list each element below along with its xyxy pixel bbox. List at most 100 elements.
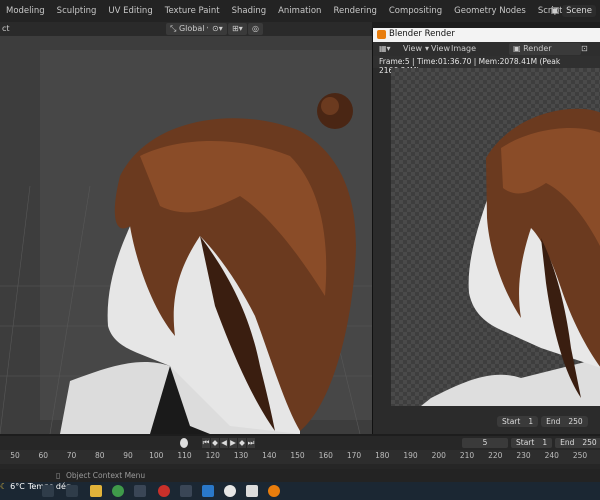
timeline-end-value: 250	[582, 438, 597, 447]
timeline-tick: 210	[459, 451, 475, 460]
timeline-tick: 170	[346, 451, 362, 460]
workspace-tab[interactable]: Sculpting	[51, 3, 103, 19]
timeline-tick: 70	[66, 451, 77, 460]
render-result-canvas[interactable]	[391, 68, 600, 406]
chrome-icon[interactable]	[112, 485, 124, 497]
app2-icon[interactable]	[180, 485, 192, 497]
pin-icon[interactable]: ⊡	[581, 43, 588, 55]
timeline-tick: 80	[94, 451, 105, 460]
workspace-tab[interactable]: Animation	[272, 3, 327, 19]
timeline-tick: 130	[233, 451, 249, 460]
render-frame-range: Start 1 End 250	[497, 416, 588, 427]
timeline-tick: 190	[403, 451, 418, 460]
status-text: Object Context Menu	[66, 471, 146, 480]
timeline-tick: 120	[205, 451, 220, 460]
menu-dropdown-icon: ▾	[425, 44, 430, 53]
timeline-tick: 50	[10, 451, 20, 460]
timeline-tick: 150	[290, 451, 305, 460]
orientation-label: Global	[178, 24, 205, 33]
workspace-bar: Modeling Sculpting UV Editing Texture Paint…	[0, 0, 600, 22]
timeline-tick: 90	[123, 451, 133, 460]
orientation-icon: ⤡	[170, 24, 179, 33]
render-end-field[interactable]: End 250	[541, 416, 588, 427]
image-icon: ▣	[513, 44, 524, 53]
render-start-field[interactable]: Start 1	[497, 416, 539, 427]
scene-name[interactable]: Scene	[562, 5, 596, 17]
render-window[interactable]: Blender Render ▦▾ View ▾ View Image ▣ Re…	[372, 28, 600, 434]
play-reverse-icon[interactable]: ◀	[220, 438, 228, 448]
render-result-selector[interactable]: ▣ Render Result	[509, 43, 581, 65]
workspace-tab[interactable]: Modeling	[0, 3, 51, 19]
viewport-header: ct ⤡ Global ▾ ⊙▾ ⊞▾ ◎	[0, 22, 372, 36]
menu-view-2[interactable]: View	[431, 43, 450, 55]
os-taskbar: ☾ 6°C Temps dég	[0, 482, 600, 500]
menu-view-1[interactable]: View	[403, 43, 422, 55]
render-toolbar: ▦▾ View ▾ View Image ▣ Render Result ⊡	[373, 42, 600, 65]
editor-type-icon[interactable]: ▦▾	[379, 43, 391, 55]
proportional-edit-icon[interactable]: ◎	[248, 23, 263, 35]
workspace-tab[interactable]: Geometry Nodes	[448, 3, 532, 19]
app-icon[interactable]	[134, 485, 146, 497]
timeline-start-field[interactable]: Start 1	[511, 438, 553, 448]
timeline-tick: 230	[516, 451, 531, 460]
scene-icon: ▣	[550, 6, 560, 16]
current-frame-field[interactable]: 5	[462, 438, 508, 448]
blender-icon[interactable]	[268, 485, 280, 497]
workspace-tabs: Modeling Sculpting UV Editing Texture Paint…	[0, 0, 599, 22]
prev-keyframe-icon[interactable]: ◆	[211, 438, 219, 448]
render-titlebar: Blender Render	[373, 28, 600, 42]
jump-start-icon[interactable]: ⏮	[202, 438, 210, 448]
workspace-tab[interactable]: Rendering	[327, 3, 382, 19]
timeline-start-value: 1	[542, 438, 548, 447]
timeline-frame-fields: 5 Start 1 End 250	[462, 438, 600, 448]
next-keyframe-icon[interactable]: ◆	[238, 438, 246, 448]
playback-controls: ⏮ ◆ ◀ ▶ ◆ ⏭	[202, 438, 255, 448]
timeline-ruler[interactable]: 50 60 70 80 90 100 110 120 130 140 150 160 170 180 190…	[0, 450, 600, 464]
status-bar: ▯ Object Context Menu	[0, 469, 600, 482]
unreal-icon[interactable]	[224, 485, 236, 497]
mode-label[interactable]: ct	[2, 23, 10, 35]
render-end-value: 250	[568, 417, 583, 426]
render-start-value: 1	[528, 417, 534, 426]
opera-icon[interactable]	[158, 485, 170, 497]
snap-icon[interactable]: ⊞▾	[228, 23, 247, 35]
play-icon[interactable]: ▶	[229, 438, 237, 448]
unity-icon[interactable]	[246, 485, 258, 497]
timeline-tick: 200	[431, 451, 446, 460]
timeline-tick: 160	[318, 451, 333, 460]
workspace-tab[interactable]: UV Editing	[102, 3, 158, 19]
timeline-tick: 180	[375, 451, 390, 460]
pivot-icon[interactable]: ⊙▾	[208, 23, 227, 35]
mouse-icon: ▯	[56, 471, 61, 480]
scene-selector[interactable]: ▣ Scene	[551, 0, 596, 22]
timeline-tick: 100	[149, 451, 164, 460]
render-end-label: End	[546, 417, 561, 426]
timeline-end-label: End	[560, 438, 575, 447]
render-info-bar: Frame:5 | Time:01:36.70 | Mem:2078.41M (…	[373, 56, 600, 75]
timeline-tick: 250	[572, 451, 588, 460]
render-image	[421, 108, 600, 406]
task-view-icon[interactable]	[66, 485, 78, 497]
render-window-title: Blender Render	[389, 29, 455, 39]
viewport-scene	[0, 93, 372, 434]
timeline-start-label: Start	[516, 438, 535, 447]
timeline-tick: 140	[262, 451, 277, 460]
timeline-tick: 240	[544, 451, 559, 460]
render-start-label: Start	[502, 417, 521, 426]
timeline-tick: 110	[177, 451, 192, 460]
menu-image[interactable]: Image	[451, 43, 476, 55]
temperature-label: 6°C	[10, 482, 25, 491]
timeline-tick: 60	[38, 451, 49, 460]
record-icon[interactable]	[180, 438, 188, 448]
timeline-tick: 220	[488, 451, 503, 460]
workspace-tab[interactable]: Compositing	[383, 3, 448, 19]
3d-viewport[interactable]	[0, 36, 372, 434]
workspace-tab[interactable]: Shading	[226, 3, 273, 19]
file-explorer-icon[interactable]	[90, 485, 102, 497]
timeline-end-field[interactable]: End 250	[555, 438, 600, 448]
moon-icon: ☾	[0, 482, 8, 491]
krita-icon[interactable]	[202, 485, 214, 497]
jump-end-icon[interactable]: ⏭	[247, 438, 255, 448]
workspace-tab[interactable]: Texture Paint	[159, 3, 226, 19]
search-icon[interactable]	[42, 485, 54, 497]
